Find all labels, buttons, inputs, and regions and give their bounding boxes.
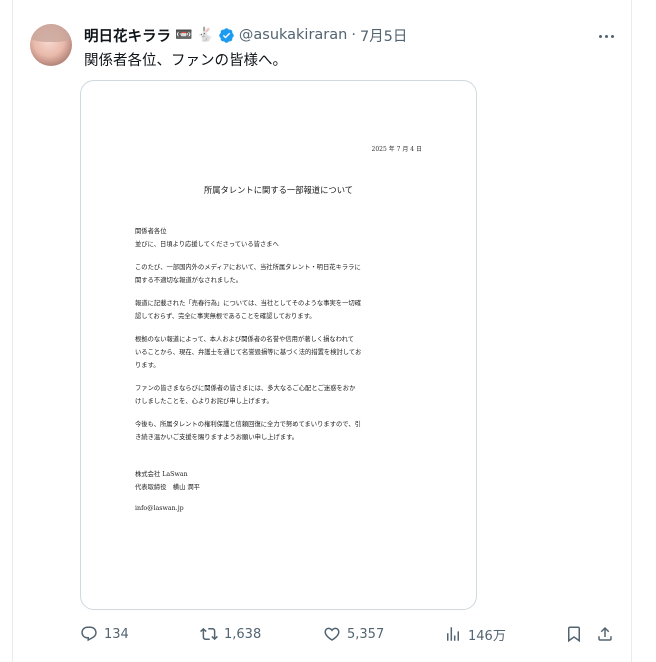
- videocassette-emoji: 📼: [175, 27, 193, 43]
- paragraph-4: ファンの皆さまならびに関係者の皆さまには、多大なるご心配とご迷惑をおか けしまし…: [135, 382, 427, 408]
- paragraph-line: 認しておらず、完全に事実無根であることを確認しております。: [135, 313, 316, 320]
- reply-button[interactable]: 134: [80, 622, 129, 646]
- handle[interactable]: @asukakiraran: [239, 27, 347, 43]
- document-signature: 株式会社 LaSwan 代表取締役 横山 潤平: [135, 468, 200, 494]
- document-date: 2025 年 7 月 4 日: [371, 146, 422, 153]
- paragraph-line: 根拠のない報道によって、本人および関係者の名誉や信用が著しく損なわれて: [135, 336, 355, 343]
- paragraph-line: 今後も、所属タレントの権利保護と信頼回復に全力で努めてまいりますので、引: [135, 421, 361, 428]
- paragraph-line: このたび、一部国内外のメディアにおいて、当社所属タレント・明日花キララに: [135, 264, 361, 271]
- more-dot: [598, 34, 602, 38]
- like-count: 5,357: [347, 626, 385, 642]
- avatar[interactable]: [30, 24, 72, 66]
- avatar-hair: [30, 24, 72, 42]
- display-name[interactable]: 明日花キララ: [84, 25, 171, 46]
- post-date[interactable]: 7月5日: [360, 25, 407, 46]
- document-body: 関係者各位 並びに、日頃より応援してくださっている皆さまへ このたび、一部国内外…: [135, 225, 427, 454]
- share-button[interactable]: [596, 622, 614, 646]
- paragraph-line: 関する不適切な報道がなされました。: [135, 277, 243, 284]
- greeting: 関係者各位 並びに、日頃より応援してくださっている皆さまへ: [135, 225, 427, 251]
- paragraph-5: 今後も、所属タレントの権利保護と信頼回復に全力で努めてまいりますので、引 き続き…: [135, 418, 427, 444]
- representative-name: 代表取締役 横山 潤平: [135, 484, 200, 491]
- repost-icon: [200, 627, 218, 641]
- bookmark-icon: [568, 626, 580, 643]
- paragraph-2: 報道に記載された「売春行為」については、当社としてそのような事実を一切確 認して…: [135, 297, 427, 323]
- paragraph-1: このたび、一部国内外のメディアにおいて、当社所属タレント・明日花キララに 関する…: [135, 261, 427, 287]
- paragraph-3: 根拠のない報道によって、本人および関係者の名誉や信用が著しく損なわれて いること…: [135, 333, 427, 372]
- separator-dot: ·: [351, 27, 356, 43]
- reply-count: 134: [104, 626, 129, 642]
- document-title: 所属タレントに関する一部報道について: [203, 185, 354, 195]
- bookmark-button[interactable]: [565, 622, 583, 646]
- greeting-line: 関係者各位: [135, 228, 167, 235]
- verified-badge-icon: [219, 27, 234, 43]
- company-name: 株式会社 LaSwan: [135, 471, 188, 478]
- statement-document: 2025 年 7 月 4 日 所属タレントに関する一部報道について 関係者各位 …: [81, 81, 476, 609]
- tweet-header: 明日花キララ 📼 🐇 @asukakiraran · 7月5日: [84, 24, 407, 46]
- paragraph-line: いることから、現在、弁護士を通じて名誉毀損等に基づく法的措置を検討してお: [135, 349, 362, 356]
- paragraph-line: ファンの皆さまならびに関係者の皆さまには、多大なるご心配とご迷惑をおか: [135, 385, 356, 392]
- views-count: 146万: [468, 628, 506, 644]
- reply-icon: [81, 626, 97, 642]
- share-icon: [598, 626, 612, 641]
- paragraph-line: 報道に記載された「売春行為」については、当社としてそのような事実を一切確: [135, 300, 361, 307]
- rabbit-emoji: 🐇: [196, 27, 214, 43]
- attached-image[interactable]: 2025 年 7 月 4 日 所属タレントに関する一部報道について 関係者各位 …: [80, 80, 477, 610]
- action-bar: 134 1,638 5,357 146万: [80, 622, 618, 646]
- paragraph-line: き続き温かいご支援を賜りますようお願い申し上げます。: [135, 434, 299, 441]
- repost-count: 1,638: [224, 626, 262, 642]
- paragraph-line: けしましたことを、心よりお詫び申し上げます。: [135, 398, 273, 405]
- tweet-text: 関係者各位、ファンの皆様へ。: [84, 53, 287, 69]
- views-button[interactable]: 146万: [444, 622, 506, 646]
- more-dot: [610, 34, 614, 38]
- greeting-line: 並びに、日頃より応援してくださっている皆さまへ: [135, 241, 279, 248]
- like-icon: [324, 627, 340, 641]
- repost-button[interactable]: 1,638: [200, 622, 261, 646]
- paragraph-line: ります。: [135, 362, 160, 369]
- like-button[interactable]: 5,357: [323, 622, 384, 646]
- contact-email: info@laswan.jp: [135, 505, 184, 512]
- more-icon[interactable]: [596, 28, 616, 44]
- more-dot: [604, 34, 608, 38]
- views-icon: [447, 627, 459, 641]
